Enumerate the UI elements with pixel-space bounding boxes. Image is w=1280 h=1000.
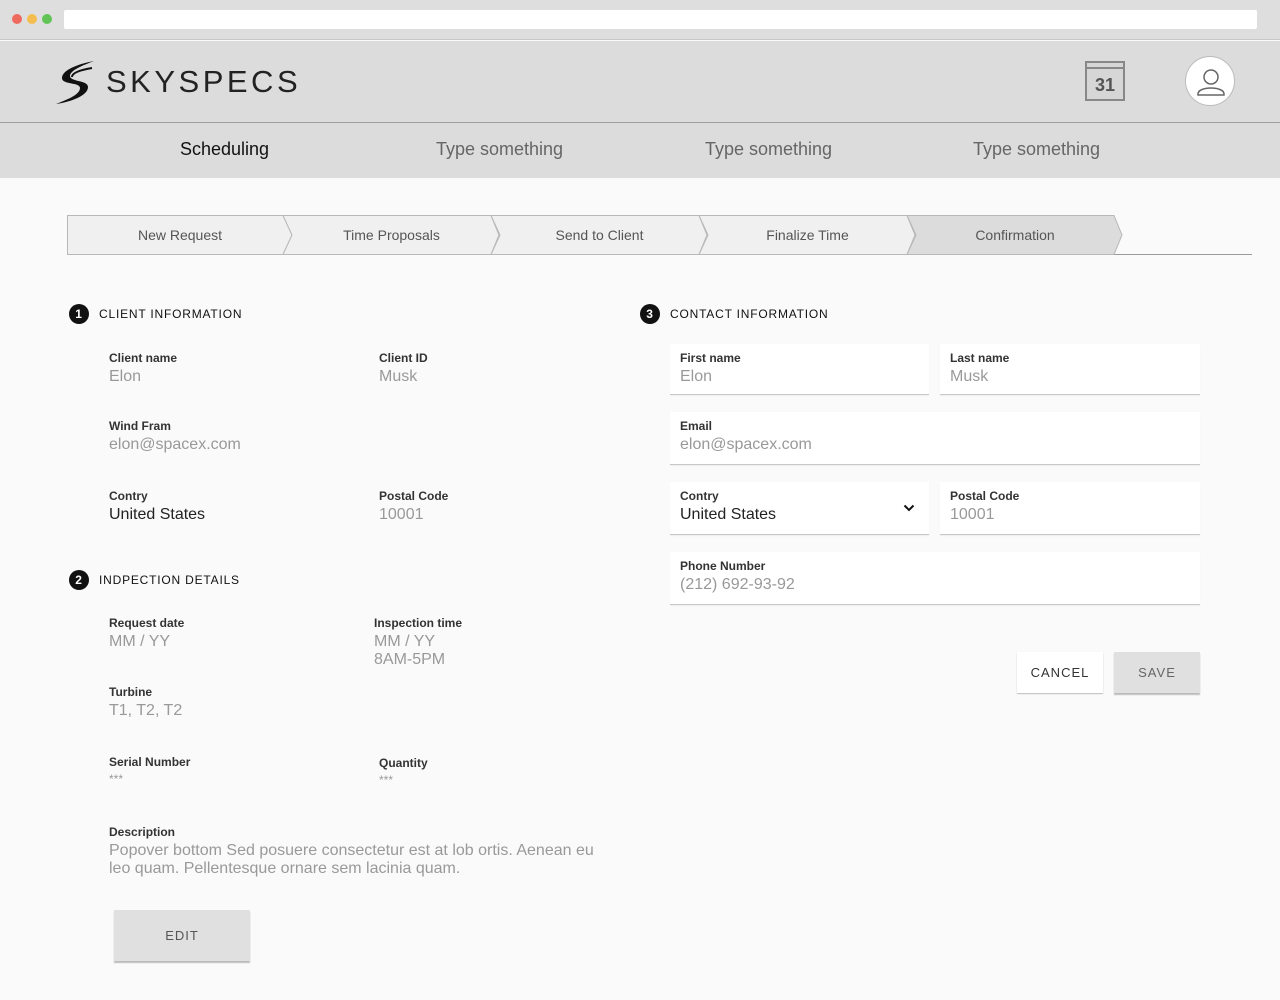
browser-chrome: [0, 0, 1280, 40]
section-title: INDPECTION DETAILS: [99, 573, 240, 587]
brand-name: SKYSPECS: [106, 64, 302, 99]
request-date-field: Request date MM / YY: [109, 616, 184, 651]
nav-item-3[interactable]: Type something: [705, 139, 832, 160]
step-finalize-time[interactable]: Finalize Time: [699, 215, 916, 255]
field-value: 8AM-5PM: [374, 651, 446, 668]
postal-code-field: Postal Code 10001: [379, 489, 448, 524]
field-value: Elon: [109, 368, 142, 385]
field-label: Postal Code: [950, 489, 1020, 503]
minimize-window-button[interactable]: [27, 14, 37, 24]
cancel-button[interactable]: CANCEL: [1017, 652, 1103, 693]
field-label: Client name: [109, 351, 178, 365]
field-label: Inspection time: [374, 616, 463, 630]
address-bar[interactable]: [64, 10, 1257, 29]
step-send-to-client[interactable]: Send to Client: [491, 215, 708, 255]
field-label: Email: [680, 419, 713, 433]
nav-item-4[interactable]: Type something: [973, 139, 1100, 160]
app-header: SKYSPECS 31 Scheduling Type something Ty…: [0, 41, 1280, 178]
calendar-icon[interactable]: 31: [1085, 61, 1125, 101]
nav-item-2[interactable]: Type something: [436, 139, 563, 160]
field-value: ***: [109, 772, 124, 786]
close-window-button[interactable]: [12, 14, 22, 24]
client-name-field: Client name Elon: [109, 351, 177, 386]
field-label: Quantity: [379, 756, 428, 770]
field-value[interactable]: elon@spacex.com: [680, 436, 1190, 454]
user-icon: [1197, 69, 1225, 96]
field-value: elon@spacex.com: [109, 436, 241, 453]
step-time-proposals[interactable]: Time Proposals: [283, 215, 500, 255]
client-id-field: Client ID Musk: [379, 351, 428, 386]
field-label: Contry: [109, 489, 148, 503]
description-field: Description Popover bottom Sed posuere c…: [109, 825, 609, 878]
calendar-day: 31: [1094, 75, 1116, 95]
field-value: Popover bottom Sed posuere consectetur e…: [109, 842, 594, 859]
field-label: Postal Code: [379, 489, 449, 503]
progress-stepper: New Request Time Proposals Send to Clien…: [67, 215, 1252, 255]
contact-info-heading: 3 CONTACT INFORMATION: [640, 304, 829, 324]
step-label: New Request: [137, 227, 223, 243]
field-value[interactable]: 10001: [950, 506, 1190, 524]
section-number-badge: 1: [69, 304, 89, 324]
turbine-field: Turbine T1, T2, T2: [109, 685, 182, 720]
first-name-field[interactable]: First name Elon: [670, 344, 929, 394]
step-new-request[interactable]: New Request: [67, 215, 293, 255]
country-field: Contry United States: [109, 489, 205, 524]
field-value: Musk: [379, 368, 418, 385]
chevron-down-icon[interactable]: [903, 504, 915, 512]
field-value: MM / YY: [109, 633, 171, 650]
field-label: Serial Number: [109, 755, 191, 769]
quantity-field: Quantity ***: [379, 756, 428, 789]
serial-number-field: Serial Number ***: [109, 755, 190, 788]
field-label: Contry: [680, 489, 719, 503]
maximize-window-button[interactable]: [42, 14, 52, 24]
skyspecs-logo-icon: [56, 61, 94, 104]
client-info-heading: 1 CLIENT INFORMATION: [69, 304, 242, 324]
field-value[interactable]: (212) 692-93-92: [680, 576, 1190, 594]
field-value[interactable]: United States: [680, 506, 919, 524]
field-value: leo quam. Pellentesque ornare sem lacini…: [109, 860, 461, 877]
field-value: ***: [379, 773, 394, 787]
country-select[interactable]: Contry United States: [670, 482, 929, 534]
inspection-details-heading: 2 INDPECTION DETAILS: [69, 570, 240, 590]
inspection-time-field: Inspection time MM / YY 8AM-5PM: [374, 616, 462, 669]
step-label: Confirmation: [975, 227, 1055, 243]
step-confirmation[interactable]: Confirmation: [907, 215, 1123, 255]
step-label: Time Proposals: [343, 227, 440, 243]
field-value: T1, T2, T2: [109, 702, 183, 719]
nav-item-scheduling[interactable]: Scheduling: [180, 139, 269, 160]
wind-farm-field: Wind Fram elon@spacex.com: [109, 419, 241, 454]
field-value: MM / YY: [374, 633, 436, 650]
phone-number-field[interactable]: Phone Number (212) 692-93-92: [670, 552, 1200, 604]
field-label: Wind Fram: [109, 419, 171, 433]
postal-code-input[interactable]: Postal Code 10001: [940, 482, 1200, 534]
section-number-badge: 3: [640, 304, 660, 324]
section-title: CLIENT INFORMATION: [99, 307, 243, 321]
last-name-field[interactable]: Last name Musk: [940, 344, 1200, 394]
field-label: Description: [109, 825, 176, 839]
field-label: Client ID: [379, 351, 428, 365]
field-label: Turbine: [109, 685, 153, 699]
brand-logo[interactable]: SKYSPECS: [54, 58, 301, 106]
field-value[interactable]: Elon: [680, 368, 919, 386]
email-field[interactable]: Email elon@spacex.com: [670, 412, 1200, 464]
field-value: 10001: [379, 506, 424, 523]
header-divider: [0, 122, 1280, 123]
field-label: Request date: [109, 616, 185, 630]
field-value: United States: [109, 506, 206, 523]
edit-button[interactable]: EDIT: [114, 910, 250, 961]
section-number-badge: 2: [69, 570, 89, 590]
step-label: Send to Client: [555, 227, 644, 243]
section-title: CONTACT INFORMATION: [670, 307, 829, 321]
field-label: Phone Number: [680, 559, 766, 573]
field-value[interactable]: Musk: [950, 368, 1190, 386]
field-label: First name: [680, 351, 741, 365]
field-label: Last name: [950, 351, 1010, 365]
save-button[interactable]: SAVE: [1114, 652, 1200, 693]
step-label: Finalize Time: [766, 227, 849, 243]
avatar[interactable]: [1185, 56, 1235, 106]
